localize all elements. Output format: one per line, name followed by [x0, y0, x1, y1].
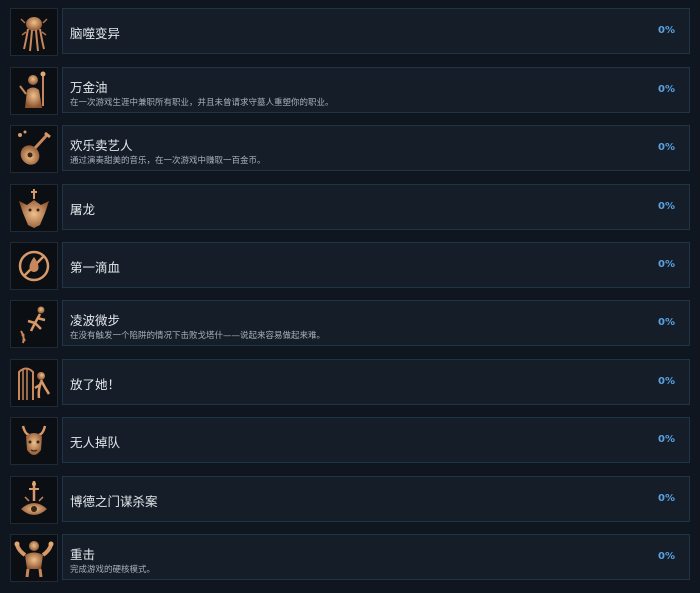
achievement-card: 万金油 在一次游戏生涯中兼职所有职业，并且未曾请求守墓人重塑你的职业。 0% — [62, 67, 690, 113]
unlock-percent: 0% — [658, 551, 675, 562]
dagger-murder-icon — [10, 476, 58, 524]
achievement-row[interactable]: 凌波微步 在没有触发一个陷阱的情况下击败戈塔什——说起来容易做起来难。 0% — [0, 300, 700, 356]
achievement-description: 在没有触发一个陷阱的情况下击败戈塔什——说起来容易做起来难。 — [70, 331, 326, 341]
cage-release-icon — [10, 359, 58, 407]
achievement-title: 脑噬变异 — [70, 26, 121, 41]
achievement-row[interactable]: 第一滴血 0% — [0, 242, 700, 298]
achievement-title: 万金油 — [70, 80, 108, 95]
lute-icon — [10, 125, 58, 173]
achievement-title: 屠龙 — [70, 202, 96, 217]
achievement-card: 脑噬变异 0% — [62, 8, 690, 54]
achievement-title: 无人掉队 — [70, 435, 121, 450]
achievement-row[interactable]: 放了她！ 0% — [0, 359, 700, 415]
achievement-row[interactable]: 博德之门谋杀案 0% — [0, 476, 700, 532]
achievement-title: 凌波微步 — [70, 313, 121, 328]
trap-dodge-icon — [10, 300, 58, 348]
achievement-row[interactable]: 欢乐卖艺人 通过演奏甜美的音乐，在一次游戏中赚取一百金币。 0% — [0, 125, 700, 181]
dragon-head-icon — [10, 184, 58, 232]
unlock-percent: 0% — [658, 84, 675, 95]
unlock-percent: 0% — [658, 142, 675, 153]
achievement-title: 第一滴血 — [70, 260, 121, 275]
achievement-row[interactable]: 屠龙 0% — [0, 184, 700, 240]
unlock-percent: 0% — [658, 259, 675, 270]
muscled-warrior-icon — [10, 534, 58, 582]
achievement-title: 欢乐卖艺人 — [70, 138, 133, 153]
horned-devil-icon — [10, 417, 58, 465]
unlock-percent: 0% — [658, 434, 675, 445]
unlock-percent: 0% — [658, 493, 675, 504]
unlock-percent: 0% — [658, 317, 675, 328]
achievement-description: 在一次游戏生涯中兼职所有职业，并且未曾请求守墓人重塑你的职业。 — [70, 98, 334, 108]
unlock-percent: 0% — [658, 201, 675, 212]
achievement-list: 脑噬变异 0% 万金油 在一次游戏生涯中兼职所有职业，并且未曾请求守墓人重塑你的… — [0, 0, 700, 593]
achievement-description: 通过演奏甜美的音乐，在一次游戏中赚取一百金币。 — [70, 156, 266, 166]
achievement-card: 凌波微步 在没有触发一个陷阱的情况下击败戈塔什——说起来容易做起来难。 0% — [62, 300, 690, 346]
achievement-card: 重击 完成游戏的硬核模式。 0% — [62, 534, 690, 580]
achievement-row[interactable]: 脑噬变异 0% — [0, 8, 700, 64]
achievement-row[interactable]: 重击 完成游戏的硬核模式。 0% — [0, 534, 700, 590]
achievement-row[interactable]: 无人掉队 0% — [0, 417, 700, 473]
achievement-description: 完成游戏的硬核模式。 — [70, 565, 156, 575]
unlock-percent: 0% — [658, 25, 675, 36]
achievement-title: 放了她！ — [70, 377, 121, 392]
achievement-card: 放了她！ 0% — [62, 359, 690, 405]
achievement-card: 无人掉队 0% — [62, 417, 690, 463]
blood-drop-icon — [10, 242, 58, 290]
achievement-title: 重击 — [70, 547, 96, 562]
achievement-row[interactable]: 万金油 在一次游戏生涯中兼职所有职业，并且未曾请求守墓人重塑你的职业。 0% — [0, 67, 700, 123]
achievement-card: 欢乐卖艺人 通过演奏甜美的音乐，在一次游戏中赚取一百金币。 0% — [62, 125, 690, 171]
unlock-percent: 0% — [658, 376, 675, 387]
achievement-card: 第一滴血 0% — [62, 242, 690, 288]
achievement-card: 屠龙 0% — [62, 184, 690, 230]
mind-flayer-icon — [10, 8, 58, 56]
achievement-card: 博德之门谋杀案 0% — [62, 476, 690, 522]
achievement-title: 博德之门谋杀案 — [70, 494, 158, 509]
warrior-mage-icon — [10, 67, 58, 115]
